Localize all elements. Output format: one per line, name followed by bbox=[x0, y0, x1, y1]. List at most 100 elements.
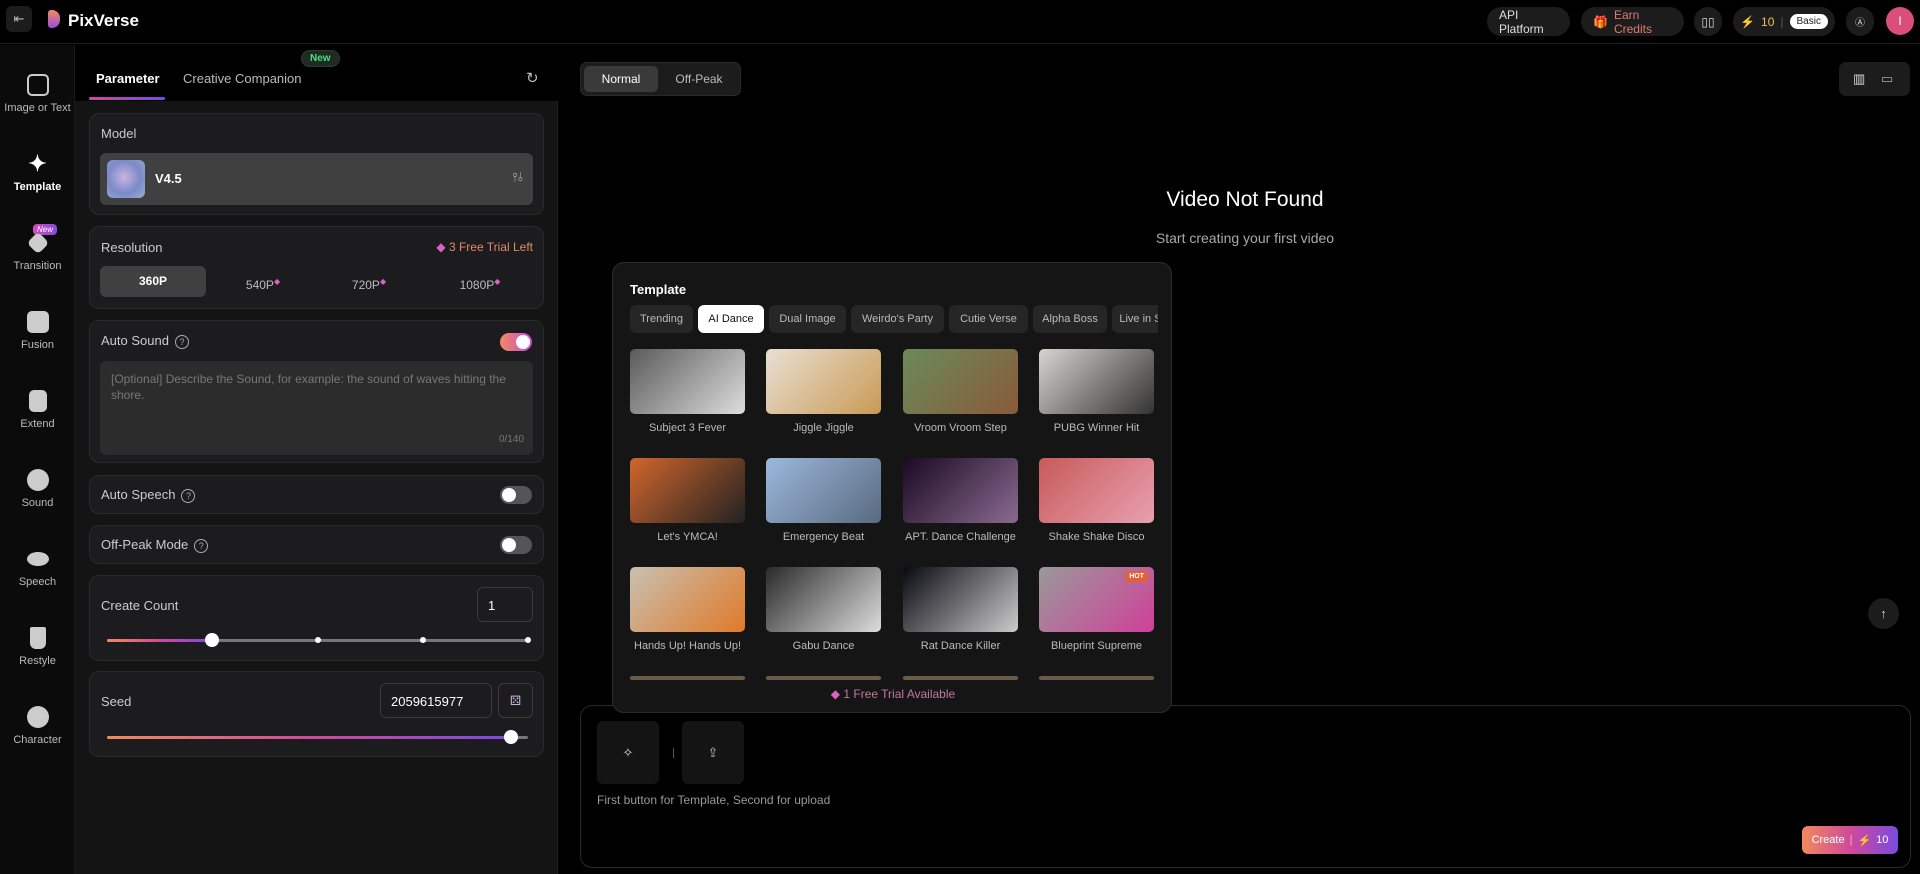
template-thumbnail[interactable] bbox=[630, 567, 745, 632]
plan-badge: Basic bbox=[1789, 14, 1828, 29]
category-tab[interactable]: Live in St bbox=[1112, 305, 1158, 333]
free-trial-label: 1 Free Trial Available bbox=[843, 687, 956, 701]
template-thumbnail[interactable] bbox=[630, 349, 745, 414]
rail-item-extend[interactable]: Extend bbox=[0, 390, 75, 430]
create-count-slider[interactable] bbox=[107, 633, 531, 647]
grid-layout-icon[interactable]: ▥ bbox=[1853, 71, 1865, 87]
rail-label: Fusion bbox=[20, 339, 55, 351]
option-label: 1080P bbox=[459, 278, 495, 292]
settings-sliders-icon[interactable]: ⫯⫰ bbox=[513, 170, 523, 185]
create-count-input[interactable]: 1 bbox=[477, 587, 533, 622]
earn-credits-label: Earn Credits bbox=[1613, 7, 1652, 36]
slider-step bbox=[525, 637, 531, 643]
smiley-icon bbox=[26, 706, 49, 728]
sparkle-icon: ✦ bbox=[28, 151, 47, 176]
rail-label: Extend bbox=[20, 418, 55, 430]
gem-icon: ◆ bbox=[436, 240, 446, 254]
template-name: PUBG Winner Hit bbox=[1053, 422, 1140, 434]
resolution-720p[interactable]: 720P◆ bbox=[316, 266, 422, 297]
template-thumbnail[interactable]: HOT bbox=[1039, 567, 1154, 632]
rail-item-transition[interactable]: New Transition bbox=[0, 224, 75, 272]
help-icon[interactable]: ? bbox=[174, 334, 189, 349]
resolution-360p[interactable]: 360P bbox=[100, 266, 206, 297]
rail-label: Sound bbox=[21, 497, 54, 509]
list-layout-icon[interactable]: ▭ bbox=[1881, 71, 1893, 87]
language-icon[interactable]: Ⓐ bbox=[1846, 7, 1874, 36]
seed-label: Seed bbox=[101, 694, 132, 709]
rail-item-image-or-text[interactable]: Image or Text bbox=[0, 74, 75, 114]
credits-plan-button[interactable]: ⚡ 10 | Basic bbox=[1733, 7, 1835, 36]
template-button[interactable]: ✧ bbox=[597, 721, 659, 784]
free-trial-label: 3 Free Trial Left bbox=[448, 240, 533, 254]
auto-speech-toggle[interactable] bbox=[500, 486, 532, 504]
seed-input[interactable]: 2059615977 bbox=[380, 683, 492, 718]
earn-credits-button[interactable]: 🎁 Earn Credits bbox=[1581, 7, 1684, 36]
category-tab[interactable]: Dual Image bbox=[769, 305, 846, 333]
auto-sound-toggle[interactable] bbox=[500, 333, 532, 351]
panel-tabs: Parameter Creative Companion New ↻ bbox=[75, 45, 558, 101]
slider-handle[interactable] bbox=[504, 730, 519, 744]
template-name: Jiggle Jiggle bbox=[793, 422, 854, 434]
help-icon[interactable]: ? bbox=[181, 488, 196, 503]
model-selector[interactable]: V4.5 ⫯⫰ bbox=[100, 153, 533, 205]
resolution-540p[interactable]: 540P◆ bbox=[210, 266, 316, 297]
template-name: Rat Dance Killer bbox=[920, 640, 1001, 652]
template-name: Shake Shake Disco bbox=[1048, 531, 1145, 543]
auto-speech-card: Auto Speech? bbox=[89, 475, 544, 514]
category-tab[interactable]: Trending bbox=[630, 305, 693, 333]
template-thumbnail[interactable] bbox=[766, 349, 881, 414]
create-button[interactable]: Create | ⚡ 10 bbox=[1802, 826, 1898, 854]
random-dice-button[interactable]: ⚄ bbox=[498, 683, 533, 718]
off-peak-toggle[interactable] bbox=[500, 536, 532, 554]
category-tab[interactable]: AI Dance bbox=[698, 305, 764, 333]
template-name: APT. Dance Challenge bbox=[905, 531, 1016, 543]
slider-fill bbox=[107, 639, 213, 642]
rail-item-sound[interactable]: Sound bbox=[0, 469, 75, 509]
sound-description-input[interactable]: [Optional] Describe the Sound, for examp… bbox=[100, 361, 533, 455]
seed-slider[interactable] bbox=[107, 730, 528, 744]
api-platform-button[interactable]: API Platform bbox=[1487, 7, 1570, 36]
rail-item-fusion[interactable]: Fusion bbox=[0, 311, 75, 351]
tab-parameter[interactable]: Parameter bbox=[96, 71, 160, 86]
slider-handle[interactable] bbox=[205, 633, 220, 647]
scroll-to-top-button[interactable]: ↑ bbox=[1868, 598, 1899, 629]
gem-icon: ◆ bbox=[273, 277, 281, 286]
collapse-sidebar-button[interactable]: ⇤ bbox=[6, 6, 32, 32]
lightning-icon: ⚡ bbox=[1857, 834, 1872, 847]
rail-item-restyle[interactable]: Restyle bbox=[0, 627, 75, 667]
template-name: Vroom Vroom Step bbox=[914, 422, 1007, 434]
template-thumbnail[interactable] bbox=[766, 458, 881, 523]
option-label: 540P bbox=[245, 278, 274, 292]
api-platform-label: API Platform bbox=[1499, 7, 1544, 36]
rail-item-character[interactable]: Character bbox=[0, 706, 75, 746]
slider-fill bbox=[107, 736, 512, 739]
template-thumbnail[interactable] bbox=[630, 458, 745, 523]
template-thumbnail[interactable] bbox=[903, 349, 1018, 414]
prompt-hint: First button for Template, Second for up… bbox=[597, 793, 831, 807]
template-thumbnail[interactable] bbox=[903, 567, 1018, 632]
tab-creative-companion[interactable]: Creative Companion bbox=[183, 71, 302, 86]
template-thumbnail[interactable] bbox=[903, 458, 1018, 523]
template-thumbnail[interactable] bbox=[1039, 458, 1154, 523]
rail-item-speech[interactable]: Speech bbox=[0, 548, 75, 588]
reset-icon[interactable]: ↻ bbox=[526, 69, 539, 87]
category-tab[interactable]: Alpha Boss bbox=[1033, 305, 1107, 333]
prompt-box[interactable]: ✧ ⇪ First button for Template, Second fo… bbox=[580, 705, 1911, 868]
avatar[interactable]: I bbox=[1886, 7, 1914, 35]
resolution-1080p[interactable]: 1080P◆ bbox=[422, 266, 538, 297]
template-thumbnail[interactable] bbox=[1039, 349, 1154, 414]
mode-normal[interactable]: Normal bbox=[584, 66, 658, 92]
template-thumbnail[interactable] bbox=[766, 567, 881, 632]
book-icon[interactable]: ▯▯ bbox=[1694, 7, 1722, 36]
rail-item-template[interactable]: ✦ Template bbox=[0, 151, 75, 194]
category-tab[interactable]: Weirdo's Party bbox=[851, 305, 944, 333]
rail-label: Image or Text bbox=[4, 102, 71, 114]
slider-step bbox=[314, 637, 321, 643]
category-tab[interactable]: Cutie Verse bbox=[949, 305, 1028, 333]
template-thumbnail-partial bbox=[903, 676, 1018, 680]
mode-off-peak[interactable]: Off-Peak bbox=[661, 66, 737, 92]
credits-count: 10 bbox=[1761, 14, 1775, 29]
upload-button[interactable]: ⇪ bbox=[682, 721, 744, 784]
auto-sound-label: Auto Sound? bbox=[101, 333, 189, 349]
help-icon[interactable]: ? bbox=[194, 538, 209, 553]
